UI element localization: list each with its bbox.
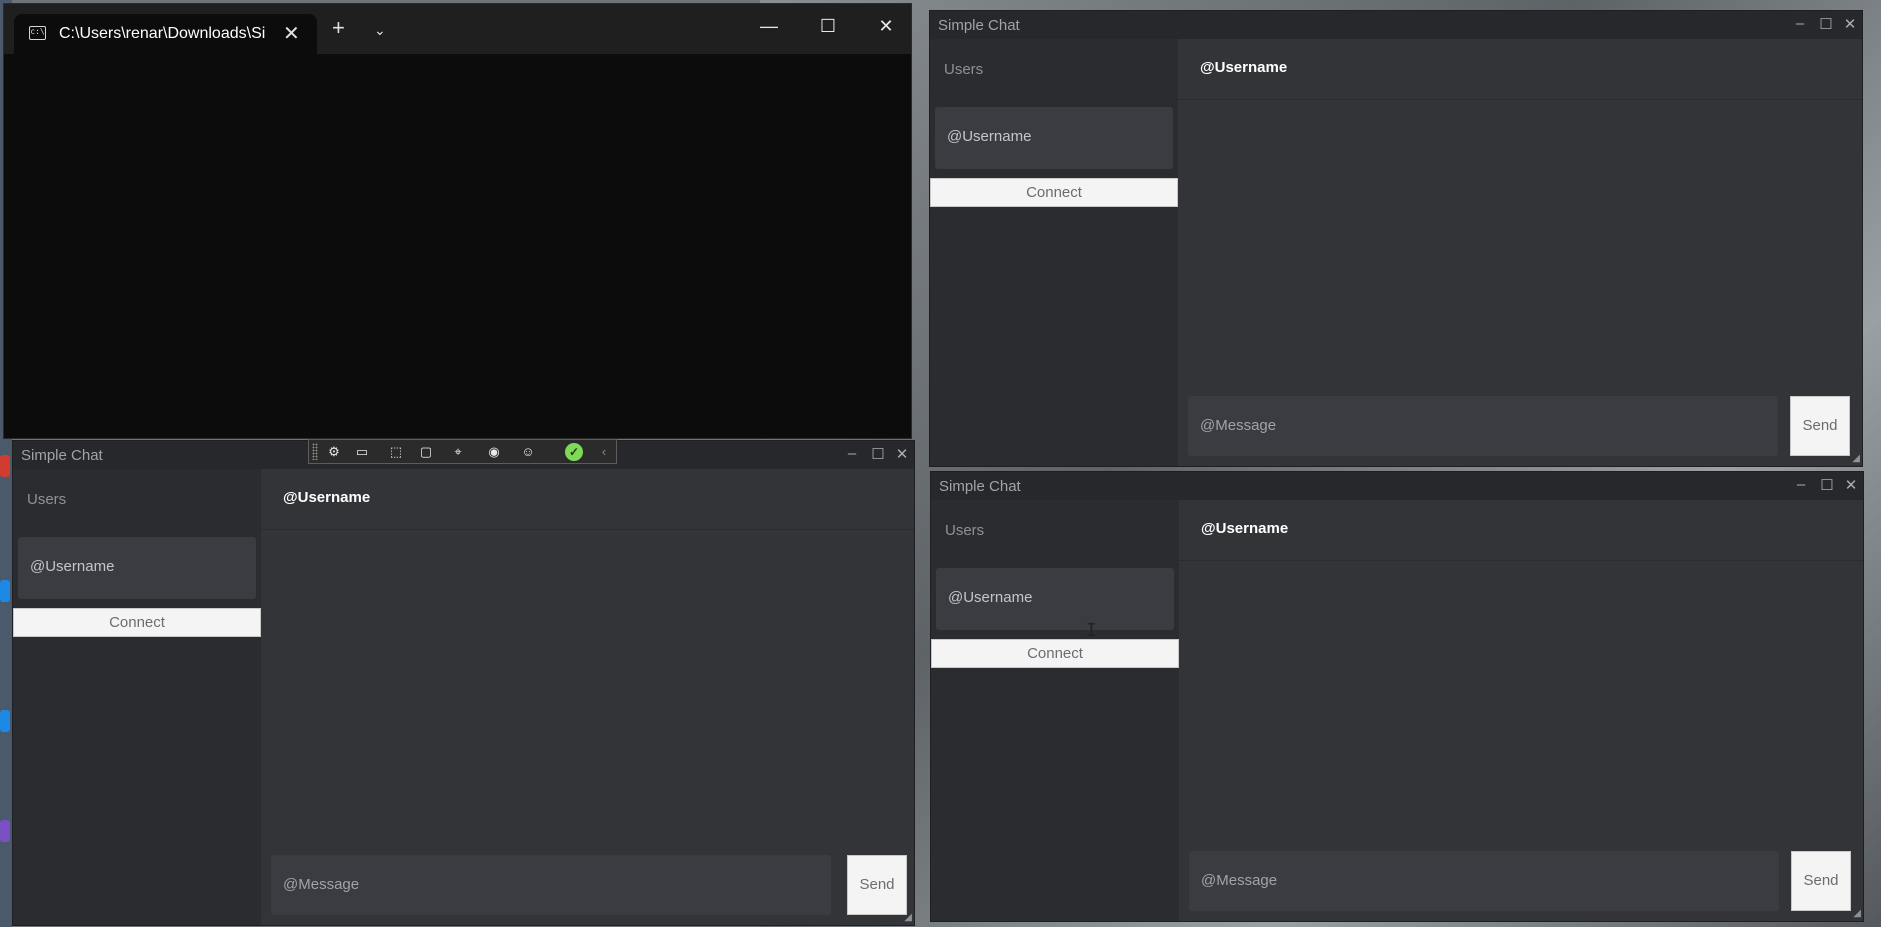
chat-header: @Username [1179,500,1863,561]
record-icon[interactable]: ▭ [351,443,373,460]
username-placeholder: @Username [948,589,1033,606]
new-tab-icon[interactable]: + [332,17,345,39]
chat-pane: @Username @Message Send [1179,500,1863,921]
message-placeholder: @Message [283,876,360,893]
chat-header-username: @Username [283,489,371,506]
maximize-icon[interactable]: ☐ [808,16,848,37]
message-input[interactable]: @Message [1189,851,1779,911]
desktop-app-icon[interactable] [0,455,10,477]
username-field[interactable]: @Username [935,107,1173,169]
track-focus-icon[interactable]: ⌖ [447,443,469,460]
message-input[interactable]: @Message [1188,396,1778,456]
send-button[interactable]: Send [1790,396,1850,456]
connect-button[interactable]: Connect [931,639,1179,668]
maximize-icon[interactable]: ☐ [868,445,888,463]
chat-pane: @Username @Message Send [261,469,914,925]
username-placeholder: @Username [30,558,115,575]
message-placeholder: @Message [1201,872,1278,889]
users-heading: Users [944,61,984,78]
username-field[interactable]: @Username [18,537,256,599]
close-icon[interactable]: ✕ [892,445,912,463]
minimize-icon[interactable]: – [1790,15,1810,32]
minimize-icon[interactable]: — [749,16,789,37]
select-element-icon[interactable]: ⬚ [385,443,407,460]
terminal-tab-bar: c:\ C:\Users\renar\Downloads\Si ✕ + ⌄ — … [4,4,911,54]
close-tab-icon[interactable]: ✕ [283,21,300,46]
chat-header-username: @Username [1200,59,1288,76]
close-icon[interactable]: ✕ [1841,476,1861,494]
chat-header: @Username [261,469,914,530]
terminal-output[interactable] [4,54,911,438]
chevron-down-icon[interactable]: ⌄ [374,22,386,39]
chat-header: @Username [1178,39,1862,100]
desktop-app-icon[interactable] [0,580,10,602]
drag-handle-icon[interactable] [312,443,318,460]
users-sidebar: Users @Username Connect [13,469,261,925]
maximize-icon[interactable]: ☐ [1816,15,1836,33]
window-title: Simple Chat [938,17,1020,34]
users-heading: Users [27,491,67,508]
terminal-tab-title: C:\Users\renar\Downloads\Si [59,25,266,42]
users-heading: Users [945,522,985,539]
display-layout-adorners-icon[interactable]: ▢ [415,443,437,460]
connect-button[interactable]: Connect [13,608,261,637]
minimize-icon[interactable]: – [842,445,862,462]
terminal-tab[interactable]: c:\ C:\Users\renar\Downloads\Si ✕ [14,14,317,54]
title-bar[interactable]: Simple Chat – ☐ ✕ [931,472,1863,500]
debug-toolbar: ⚙ ▭ ⬚ ▢ ⌖ ◉ ☺ ✓ ‹ [308,439,617,464]
chat-window: Simple Chat – ☐ ✕ Users @Username Connec… [930,471,1864,922]
desktop-app-icon[interactable] [0,820,10,842]
text-cursor-icon: I [1086,620,1097,641]
chat-window: Simple Chat – ☐ ✕ Users @Username Connec… [929,10,1863,467]
send-button[interactable]: Send [1791,851,1851,911]
window-title: Simple Chat [939,478,1021,495]
message-input[interactable]: @Message [271,855,831,915]
chat-window: Simple Chat – ☐ ✕ Users @Username Connec… [12,440,915,926]
collapse-icon[interactable]: ‹ [593,443,615,460]
minimize-icon[interactable]: – [1791,476,1811,493]
desktop-app-icon[interactable] [0,710,10,732]
close-icon[interactable]: ✕ [1840,15,1860,33]
resize-grip-icon[interactable]: ◢ [1853,908,1861,919]
hot-reload-icon[interactable]: ◉ [483,443,505,460]
connect-button[interactable]: Connect [930,178,1178,207]
username-field[interactable]: @Username [936,568,1174,630]
maximize-icon[interactable]: ☐ [1817,476,1837,494]
send-button[interactable]: Send [847,855,907,915]
close-icon[interactable]: ✕ [866,16,906,37]
users-sidebar: Users @Username Connect [931,500,1179,921]
title-bar[interactable]: Simple Chat – ☐ ✕ [930,11,1862,39]
binding-ok-icon[interactable]: ✓ [565,443,583,461]
chat-header-username: @Username [1201,520,1289,537]
live-visual-tree-icon[interactable]: ⚙ [323,443,345,460]
chat-pane: @Username @Message Send [1178,39,1862,466]
users-sidebar: Users @Username Connect [930,39,1178,466]
accessibility-icon[interactable]: ☺ [517,443,539,460]
terminal-window: c:\ C:\Users\renar\Downloads\Si ✕ + ⌄ — … [3,3,912,439]
message-placeholder: @Message [1200,417,1277,434]
terminal-icon: c:\ [29,26,46,40]
resize-grip-icon[interactable]: ◢ [904,912,912,923]
window-title: Simple Chat [21,447,103,464]
resize-grip-icon[interactable]: ◢ [1852,453,1860,464]
username-placeholder: @Username [947,128,1032,145]
